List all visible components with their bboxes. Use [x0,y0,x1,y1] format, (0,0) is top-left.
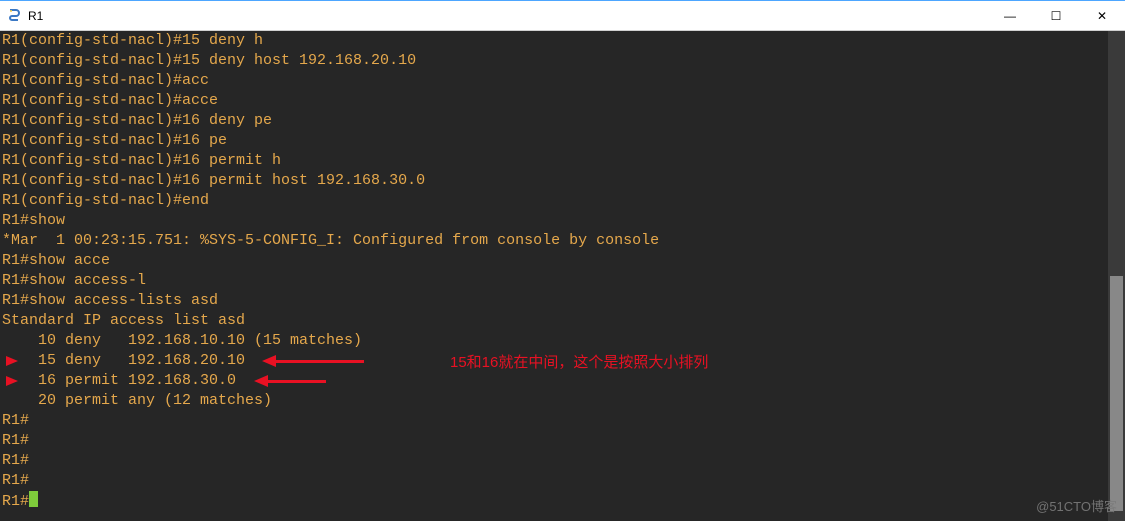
terminal-line: 16 permit 192.168.30.0 [2,371,1125,391]
terminal-line: R1#show acce [2,251,1125,271]
annotation-arrow-marker [6,356,18,366]
window-title: R1 [28,9,43,23]
maximize-icon: ☐ [1051,9,1062,23]
scrollbar-thumb[interactable] [1110,276,1123,511]
terminal-output: R1(config-std-nacl)#15 deny hR1(config-s… [0,31,1125,512]
terminal-line: R1# [2,431,1125,451]
terminal-line: R1# [2,411,1125,431]
terminal-line: R1(config-std-nacl)#acc [2,71,1125,91]
terminal-line: R1# [2,491,1125,512]
cursor [29,491,38,507]
watermark: @51CTO博客 [1036,497,1117,517]
terminal-line: R1(config-std-nacl)#16 pe [2,131,1125,151]
annotation-arrow-marker [6,376,18,386]
terminal-line: R1(config-std-nacl)#16 permit h [2,151,1125,171]
close-button[interactable]: ✕ [1079,1,1125,31]
terminal-line: R1(config-std-nacl)#acce [2,91,1125,111]
close-icon: ✕ [1097,9,1107,23]
app-icon [6,8,22,24]
scrollbar[interactable] [1108,31,1125,521]
minimize-icon: — [1004,9,1016,23]
annotation-text: 15和16就在中间，这个是按照大小排列 [450,353,708,373]
terminal[interactable]: R1(config-std-nacl)#15 deny hR1(config-s… [0,31,1125,521]
terminal-line: 10 deny 192.168.10.10 (15 matches) [2,331,1125,351]
terminal-line: 20 permit any (12 matches) [2,391,1125,411]
terminal-line: R1(config-std-nacl)#16 permit host 192.1… [2,171,1125,191]
terminal-line: R1# [2,451,1125,471]
minimize-button[interactable]: — [987,1,1033,31]
maximize-button[interactable]: ☐ [1033,1,1079,31]
titlebar[interactable]: R1 — ☐ ✕ [0,1,1125,31]
terminal-line: R1# [2,471,1125,491]
terminal-line: R1(config-std-nacl)#end [2,191,1125,211]
window-frame: R1 — ☐ ✕ R1(config-std-nacl)#15 deny hR1… [0,0,1125,521]
terminal-line: R1#show access-lists asd [2,291,1125,311]
terminal-line: R1(config-std-nacl)#15 deny h [2,31,1125,51]
terminal-line: *Mar 1 00:23:15.751: %SYS-5-CONFIG_I: Co… [2,231,1125,251]
terminal-line: R1(config-std-nacl)#16 deny pe [2,111,1125,131]
terminal-line: R1#show [2,211,1125,231]
terminal-line: R1#show access-l [2,271,1125,291]
terminal-line: Standard IP access list asd [2,311,1125,331]
terminal-line: R1(config-std-nacl)#15 deny host 192.168… [2,51,1125,71]
